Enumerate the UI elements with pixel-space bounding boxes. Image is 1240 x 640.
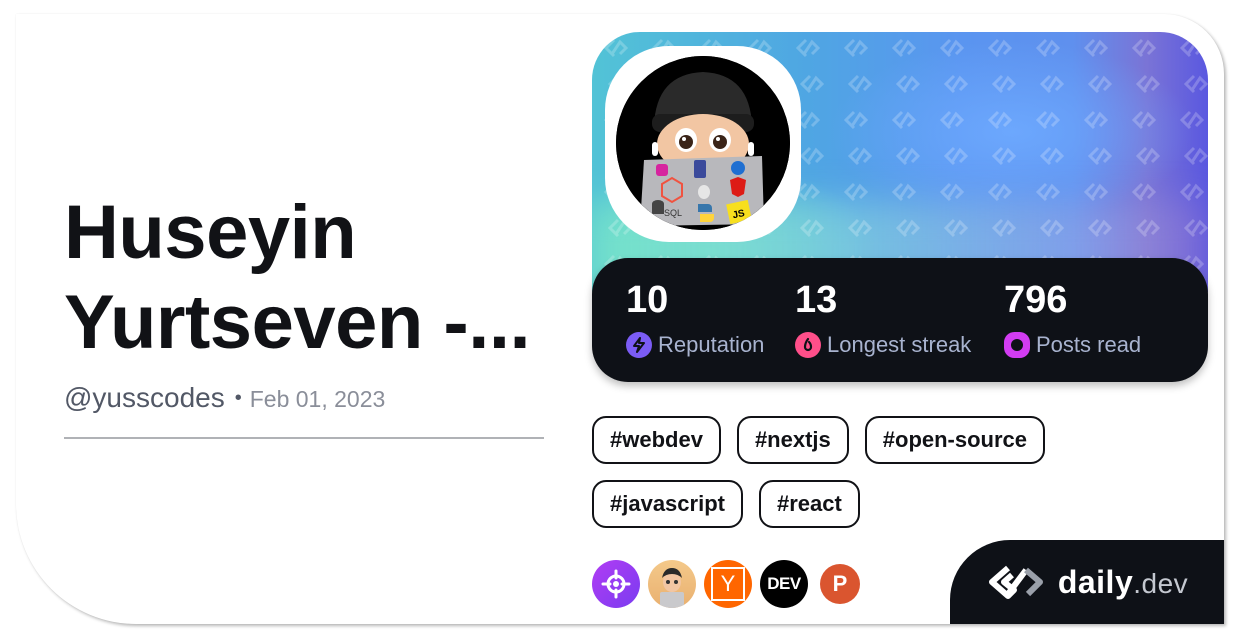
divider: [64, 437, 544, 439]
stat-label: Longest streak: [827, 332, 972, 357]
pattern-logo-mark: [895, 146, 921, 166]
pattern-logo-mark: [1035, 110, 1061, 130]
tag-chip[interactable]: #react: [758, 480, 860, 528]
dev-to-icon: DEV: [767, 574, 801, 593]
pattern-logo-mark: [847, 146, 873, 166]
pattern-logo-mark: [895, 74, 921, 94]
devsquad-source[interactable]: [648, 560, 696, 608]
pattern-logo-mark: [1087, 146, 1113, 166]
pattern-logo-mark: [895, 218, 921, 238]
pattern-logo-mark: [799, 218, 825, 238]
pattern-logo-mark: [943, 74, 969, 94]
pattern-logo-mark: [1179, 110, 1205, 130]
stats-panel: 10 Reputation 13 Longest streak 796 Post…: [592, 258, 1208, 382]
product-hunt-source[interactable]: P: [820, 564, 860, 604]
meta-separator: •: [234, 387, 242, 409]
pattern-logo-mark: [1083, 38, 1109, 58]
pattern-logo-mark: [1035, 38, 1061, 58]
pattern-logo-mark: [843, 182, 869, 202]
pattern-logo-mark: [847, 74, 873, 94]
pattern-logo-mark: [939, 38, 965, 58]
pattern-logo-mark: [1183, 218, 1208, 238]
daily-dev-logo-icon: [988, 565, 1043, 599]
pattern-logo-mark: [991, 218, 1017, 238]
daily-dev-brand[interactable]: daily.dev: [950, 540, 1224, 624]
pattern-logo-mark: [843, 110, 869, 130]
pattern-logo-mark: [795, 38, 821, 58]
pattern-logo-mark: [891, 110, 917, 130]
pattern-logo-mark: [1087, 218, 1113, 238]
pattern-logo-mark: [847, 218, 873, 238]
pattern-logo-mark: [939, 182, 965, 202]
tag-chip[interactable]: #open-source: [864, 416, 1046, 464]
stat-label: Reputation: [658, 332, 765, 357]
pattern-logo-mark: [1183, 146, 1208, 166]
pattern-logo-mark: [795, 182, 821, 202]
profile-name: Huseyin Yurtseven -...: [64, 190, 531, 365]
stat-reputation: 10 Reputation: [626, 278, 764, 358]
pattern-logo-mark: [1183, 74, 1208, 94]
hacker-news-source[interactable]: Y: [704, 560, 752, 608]
stat-posts-read: 796 Posts read: [1004, 278, 1141, 358]
crosshair-source[interactable]: [592, 560, 640, 608]
pattern-logo-mark: [843, 38, 869, 58]
stat-longest-streak: 13 Longest streak: [795, 278, 971, 358]
pattern-logo-mark: [1083, 182, 1109, 202]
brand-tld: .dev: [1133, 567, 1189, 599]
product-hunt-icon: P: [832, 571, 848, 596]
pattern-logo-mark: [1131, 182, 1157, 202]
pattern-logo-mark: [1135, 146, 1161, 166]
pattern-logo-mark: [891, 38, 917, 58]
pattern-logo-mark: [991, 74, 1017, 94]
pattern-logo-mark: [799, 146, 825, 166]
stat-value: 10: [626, 279, 669, 321]
joined-date: Feb 01, 2023: [249, 386, 386, 412]
pattern-logo-mark: [987, 110, 1013, 130]
lightning-icon: [626, 332, 652, 358]
pattern-logo-mark: [1087, 74, 1113, 94]
pattern-logo-mark: [1179, 182, 1205, 202]
pattern-logo-mark: [1039, 74, 1065, 94]
pattern-logo-mark: [603, 38, 629, 58]
pattern-logo-mark: [1135, 74, 1161, 94]
stat-value: 796: [1004, 279, 1068, 321]
profile-handle[interactable]: @yusscodes: [64, 382, 225, 414]
brand-name: daily: [1057, 563, 1134, 600]
pattern-logo-mark: [1039, 146, 1065, 166]
flame-icon: [795, 332, 821, 358]
pattern-logo-mark: [1131, 110, 1157, 130]
source-list: Y DEV P: [592, 560, 860, 608]
memoji-icon: [660, 568, 684, 608]
pattern-logo-mark: [943, 146, 969, 166]
pattern-logo-mark: [891, 182, 917, 202]
memoji-avatar-icon: JS SQL: [616, 56, 790, 230]
profile-meta: @yusscodes • Feb 01, 2023: [64, 382, 385, 414]
tag-list: #webdev #nextjs #open-source #javascript…: [592, 416, 1112, 528]
pattern-logo-mark: [987, 182, 1013, 202]
pattern-logo-mark: [987, 38, 1013, 58]
dev-to-source[interactable]: DEV: [760, 560, 808, 608]
ring-icon: [1004, 332, 1030, 358]
hacker-news-icon: Y: [711, 567, 745, 601]
pattern-logo-mark: [1131, 38, 1157, 58]
pattern-logo-mark: [1083, 110, 1109, 130]
stat-value: 13: [795, 279, 838, 321]
pattern-logo-mark: [939, 110, 965, 130]
svg-text:SQL: SQL: [664, 208, 682, 218]
stat-label: Posts read: [1036, 332, 1142, 357]
pattern-logo-mark: [1039, 218, 1065, 238]
pattern-logo-mark: [1035, 182, 1061, 202]
tag-chip[interactable]: #nextjs: [736, 416, 849, 464]
pattern-logo-mark: [943, 218, 969, 238]
pattern-logo-mark: [799, 74, 825, 94]
tag-chip[interactable]: #javascript: [592, 480, 743, 528]
pattern-logo-mark: [1135, 218, 1161, 238]
tag-chip[interactable]: #webdev: [592, 416, 721, 464]
avatar[interactable]: JS SQL: [616, 56, 790, 230]
pattern-logo-mark: [1179, 38, 1205, 58]
pattern-logo-mark: [795, 110, 821, 130]
pattern-logo-mark: [991, 146, 1017, 166]
crosshair-icon: [601, 569, 631, 599]
